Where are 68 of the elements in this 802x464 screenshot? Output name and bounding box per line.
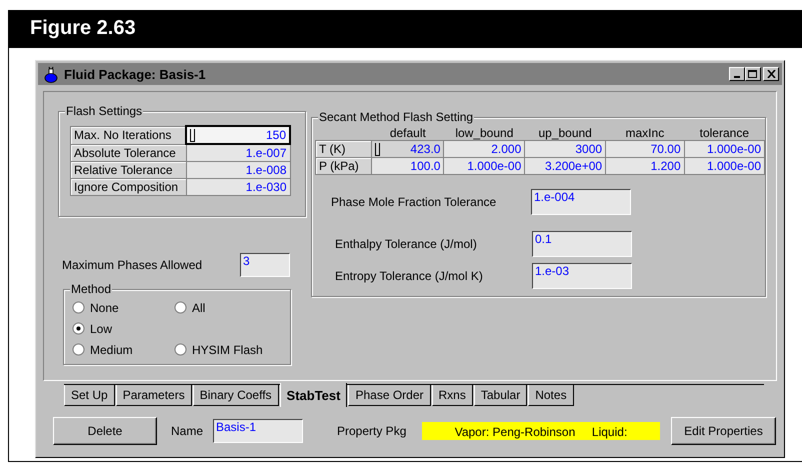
value-cell[interactable]: 3000 bbox=[524, 140, 606, 158]
row-label: T (K) bbox=[316, 140, 372, 158]
minimize-button[interactable] bbox=[729, 67, 745, 81]
value-cell[interactable]: 1.000e-00 bbox=[444, 158, 525, 174]
field-label: Enthalpy Tolerance (J/mol) bbox=[335, 237, 478, 251]
tab[interactable]: Parameters bbox=[116, 385, 192, 406]
column-header: low_bound bbox=[444, 126, 525, 140]
input-field[interactable]: 1.e-03 bbox=[532, 263, 632, 289]
figure-title: Figure 2.63 bbox=[29, 16, 136, 41]
radio-label[interactable]: HYSIM Flash bbox=[192, 342, 263, 356]
maximize-icon bbox=[748, 70, 758, 78]
tab[interactable]: Set Up bbox=[64, 385, 115, 406]
delete-button[interactable]: Delete bbox=[53, 417, 157, 445]
field-label: Name bbox=[171, 424, 204, 438]
field-label: Entropy Tolerance (J/mol K) bbox=[335, 269, 484, 283]
radio-button[interactable] bbox=[72, 343, 85, 356]
edit-properties-button[interactable]: Edit Properties bbox=[671, 417, 776, 445]
close-icon bbox=[766, 70, 776, 78]
tab[interactable]: StabTest bbox=[280, 383, 348, 407]
tab[interactable]: Tabular bbox=[474, 385, 528, 406]
name-field[interactable]: Basis-1 bbox=[213, 419, 303, 443]
row-label: Absolute Tolerance bbox=[70, 144, 186, 162]
property-package-field: Vapor: Peng-Robinson Liquid: bbox=[421, 421, 661, 441]
radio-label[interactable]: None bbox=[90, 300, 119, 314]
value-cell[interactable]: 100.0 bbox=[372, 158, 444, 174]
column-header: maxInc bbox=[606, 126, 684, 140]
column-header: up_bound bbox=[524, 126, 606, 140]
row-label: Relative Tolerance bbox=[70, 162, 186, 178]
group-title: Flash Settings bbox=[65, 104, 144, 118]
value-cell[interactable]: 1.e-030 bbox=[186, 178, 290, 196]
flask-icon bbox=[44, 66, 58, 82]
value-cell[interactable]: 1.e-007 bbox=[186, 144, 290, 162]
window-title: Fluid Package: Basis-1 bbox=[64, 66, 207, 82]
field-label: Maximum Phases Allowed bbox=[61, 258, 204, 272]
radio-button[interactable] bbox=[72, 301, 85, 314]
value-cell[interactable]: 2.000 bbox=[444, 140, 525, 158]
field-label: Phase Mole Fraction Tolerance bbox=[331, 195, 498, 209]
value-cell[interactable]: 70.00 bbox=[606, 140, 684, 158]
tab[interactable]: Binary Coeffs bbox=[192, 385, 279, 406]
radio-button[interactable] bbox=[72, 322, 85, 335]
field-label: Property Pkg bbox=[337, 424, 408, 438]
value-cell[interactable]: 1.200 bbox=[606, 158, 684, 174]
tab[interactable]: Phase Order bbox=[348, 385, 431, 406]
tab[interactable]: Rxns bbox=[432, 385, 473, 406]
tab[interactable]: Notes bbox=[528, 385, 574, 406]
column-header: default bbox=[372, 126, 444, 140]
group-title: Method bbox=[70, 282, 112, 296]
value-cell[interactable]: 150 bbox=[186, 126, 290, 144]
value-cell[interactable]: 1.e-008 bbox=[186, 162, 290, 178]
input-field[interactable]: 1.e-004 bbox=[531, 189, 631, 215]
close-button[interactable] bbox=[763, 67, 779, 81]
radio-label[interactable]: Medium bbox=[90, 342, 133, 356]
maximize-button[interactable] bbox=[745, 67, 761, 81]
row-label: Ignore Composition bbox=[70, 178, 186, 196]
radio-button[interactable] bbox=[174, 343, 187, 356]
radio-button[interactable] bbox=[174, 301, 187, 314]
column-header: tolerance bbox=[684, 126, 764, 140]
radio-label[interactable]: Low bbox=[90, 322, 112, 336]
group-title: Secant Method Flash Setting bbox=[318, 110, 474, 124]
input-field[interactable]: 0.1 bbox=[532, 231, 632, 257]
value-cell[interactable]: 1.000e-00 bbox=[684, 158, 764, 174]
value-cell[interactable]: 423.0 bbox=[372, 140, 444, 158]
value-cell[interactable]: 3.200e+00 bbox=[524, 158, 606, 174]
radio-label[interactable]: All bbox=[192, 300, 206, 314]
row-label: Max. No Iterations bbox=[70, 126, 186, 144]
row-label: P (kPa) bbox=[316, 158, 372, 174]
value-cell[interactable]: 1.000e-00 bbox=[684, 140, 764, 158]
input-field[interactable]: 3 bbox=[240, 253, 290, 277]
